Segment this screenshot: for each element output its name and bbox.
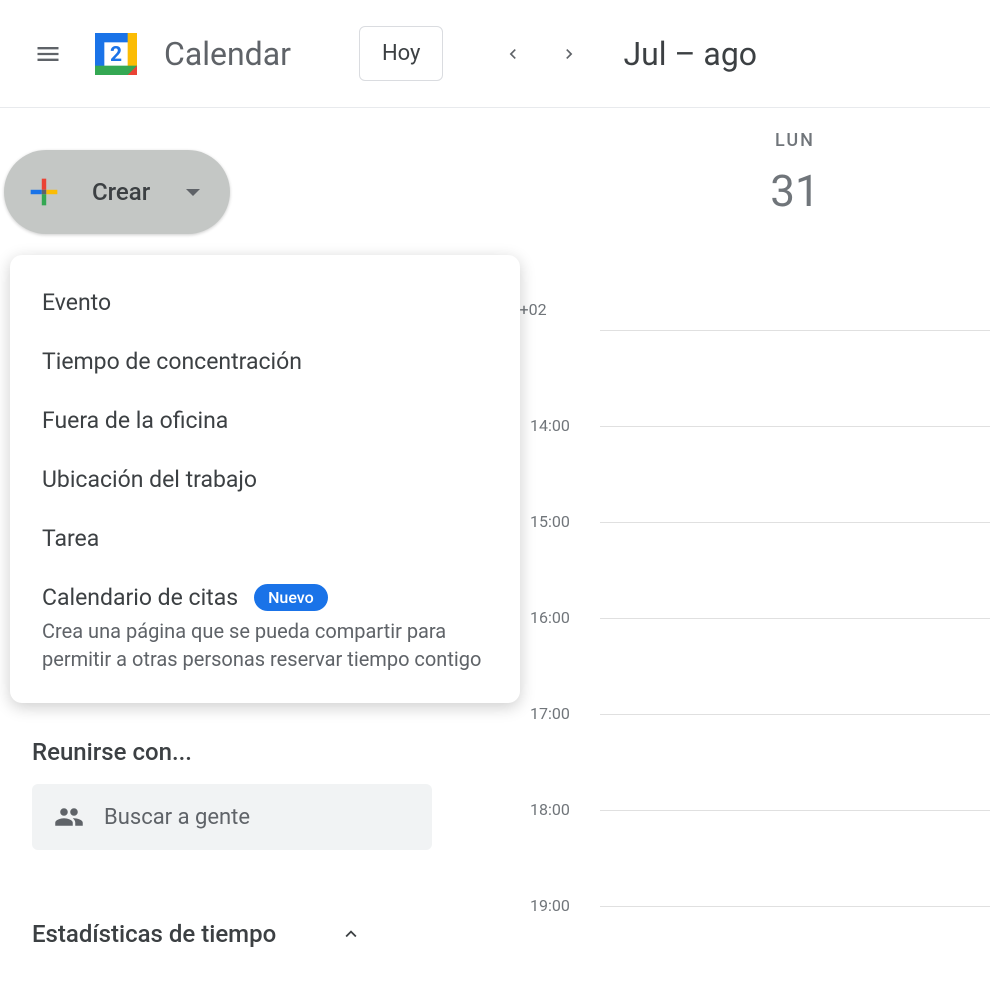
hamburger-menu-icon[interactable] (24, 30, 72, 78)
svg-text:2: 2 (110, 43, 122, 67)
meet-with-section: Reunirse con... Buscar a gente (32, 738, 432, 850)
time-row[interactable]: 15:00 (490, 522, 990, 618)
menu-item-appointments-desc: Crea una página que se pueda compartir p… (10, 617, 520, 685)
prev-period-button[interactable] (491, 32, 535, 76)
calendar-logo-icon: 2 (88, 26, 144, 82)
new-badge: Nuevo (254, 584, 328, 611)
time-row[interactable]: 14:00 (490, 426, 990, 522)
menu-item-focus-time[interactable]: Tiempo de concentración (10, 332, 520, 391)
create-button-label: Crear (92, 178, 150, 206)
time-label: 16:00 (530, 608, 570, 627)
calendar-grid: LUN 31 T+02 14:00 15:00 16:00 17:00 18:0… (490, 130, 990, 978)
time-stats-section[interactable]: Estadísticas de tiempo (32, 920, 362, 948)
people-icon (54, 802, 84, 832)
time-label: 14:00 (530, 416, 570, 435)
search-people-placeholder: Buscar a gente (104, 805, 250, 830)
menu-item-out-of-office[interactable]: Fuera de la oficina (10, 391, 520, 450)
day-column-header[interactable]: LUN 31 (600, 130, 990, 217)
time-label: 19:00 (530, 896, 570, 915)
day-name-label: LUN (600, 130, 990, 151)
time-grid[interactable]: 14:00 15:00 16:00 17:00 18:00 19:00 (490, 330, 990, 1002)
meet-with-title: Reunirse con... (32, 738, 432, 766)
menu-item-task[interactable]: Tarea (10, 509, 520, 568)
create-dropdown-menu: Evento Tiempo de concentración Fuera de … (10, 255, 520, 703)
menu-item-appointments[interactable]: Calendario de citas Nuevo (10, 568, 520, 617)
nav-arrows (491, 32, 591, 76)
next-period-button[interactable] (547, 32, 591, 76)
time-row[interactable] (490, 330, 990, 426)
menu-item-event[interactable]: Evento (10, 273, 520, 332)
app-header: 2 Calendar Hoy Jul – ago (0, 0, 990, 108)
chevron-up-icon (340, 923, 362, 945)
create-button[interactable]: Crear (4, 150, 230, 234)
plus-icon (24, 172, 64, 212)
time-label: 15:00 (530, 512, 570, 531)
time-stats-title: Estadísticas de tiempo (32, 920, 276, 948)
time-row[interactable]: 19:00 (490, 906, 990, 1002)
app-title: Calendar (164, 35, 291, 73)
menu-item-work-location[interactable]: Ubicación del trabajo (10, 450, 520, 509)
menu-item-appointments-label: Calendario de citas (42, 584, 238, 611)
today-button[interactable]: Hoy (359, 26, 444, 81)
chevron-down-icon (186, 189, 200, 196)
time-row[interactable]: 18:00 (490, 810, 990, 906)
time-row[interactable]: 16:00 (490, 618, 990, 714)
time-label: 17:00 (530, 704, 570, 723)
search-people-input[interactable]: Buscar a gente (32, 784, 432, 850)
time-row[interactable]: 17:00 (490, 714, 990, 810)
day-number-label: 31 (600, 165, 990, 217)
date-range-label[interactable]: Jul – ago (623, 35, 757, 73)
time-label: 18:00 (530, 800, 570, 819)
